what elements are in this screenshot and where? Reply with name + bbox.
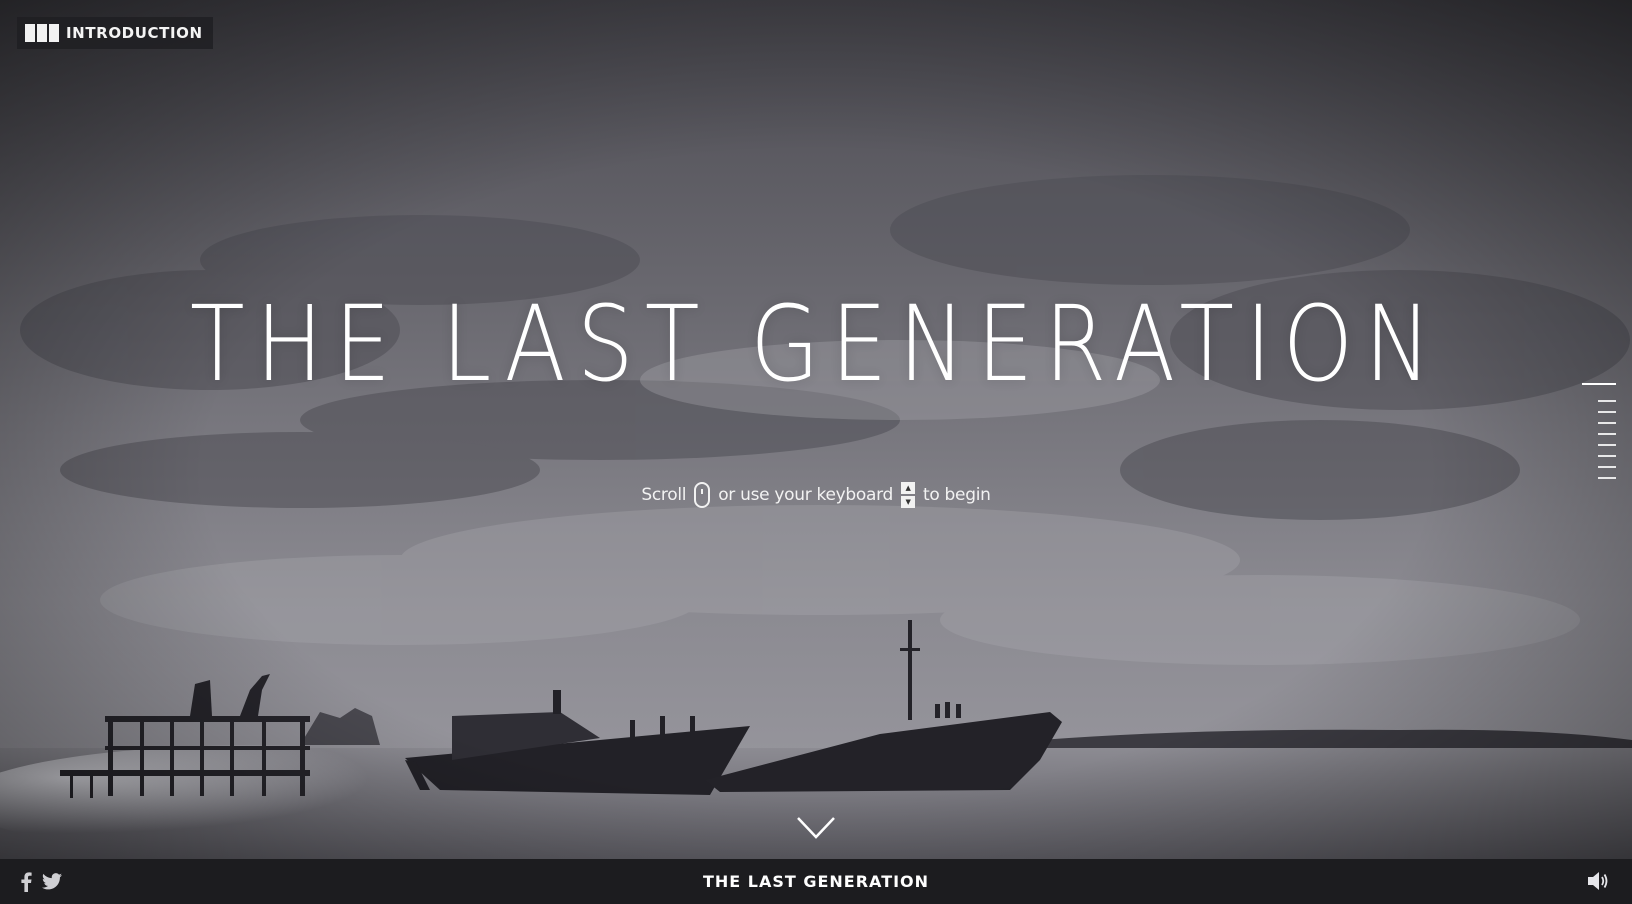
section-nav-item-3[interactable]	[1598, 411, 1616, 413]
section-nav-item-4[interactable]	[1598, 422, 1616, 424]
section-nav-item-6[interactable]	[1598, 444, 1616, 446]
background-photo	[0, 0, 1632, 859]
instruction-scroll-text: Scroll	[641, 485, 687, 505]
instruction-begin-text: to begin	[922, 485, 991, 505]
section-nav-item-8[interactable]	[1598, 466, 1616, 468]
hero-title: THE LAST GENERATION	[0, 292, 1632, 396]
mouse-icon	[694, 482, 711, 508]
page: INTRODUCTION THE LAST GENERATION Scroll …	[0, 0, 1632, 904]
section-nav-item-1[interactable]	[1582, 383, 1616, 385]
scroll-instructions: Scroll or use your keyboard ▲ ▼ to begin	[0, 482, 1632, 508]
section-nav-item-9[interactable]	[1598, 477, 1616, 479]
introduction-menu-button[interactable]: INTRODUCTION	[17, 17, 213, 49]
section-scroll-nav	[1582, 383, 1616, 479]
chapter-label: INTRODUCTION	[66, 24, 203, 42]
section-nav-item-5[interactable]	[1598, 433, 1616, 435]
section-nav-item-2[interactable]	[1598, 400, 1616, 402]
footer-title: THE LAST GENERATION	[702, 872, 930, 891]
arrow-keys-icon: ▲ ▼	[900, 482, 915, 508]
bottom-bar: THE LAST GENERATION	[0, 859, 1632, 904]
speaker-icon[interactable]	[1586, 870, 1610, 896]
section-nav-item-7[interactable]	[1598, 455, 1616, 457]
instruction-keyboard-text: or use your keyboard	[718, 485, 893, 505]
scroll-down-chevron-icon[interactable]	[796, 815, 836, 841]
hero-title-text: THE LAST GENERATION	[189, 283, 1443, 405]
chapters-grid-icon	[25, 24, 59, 42]
